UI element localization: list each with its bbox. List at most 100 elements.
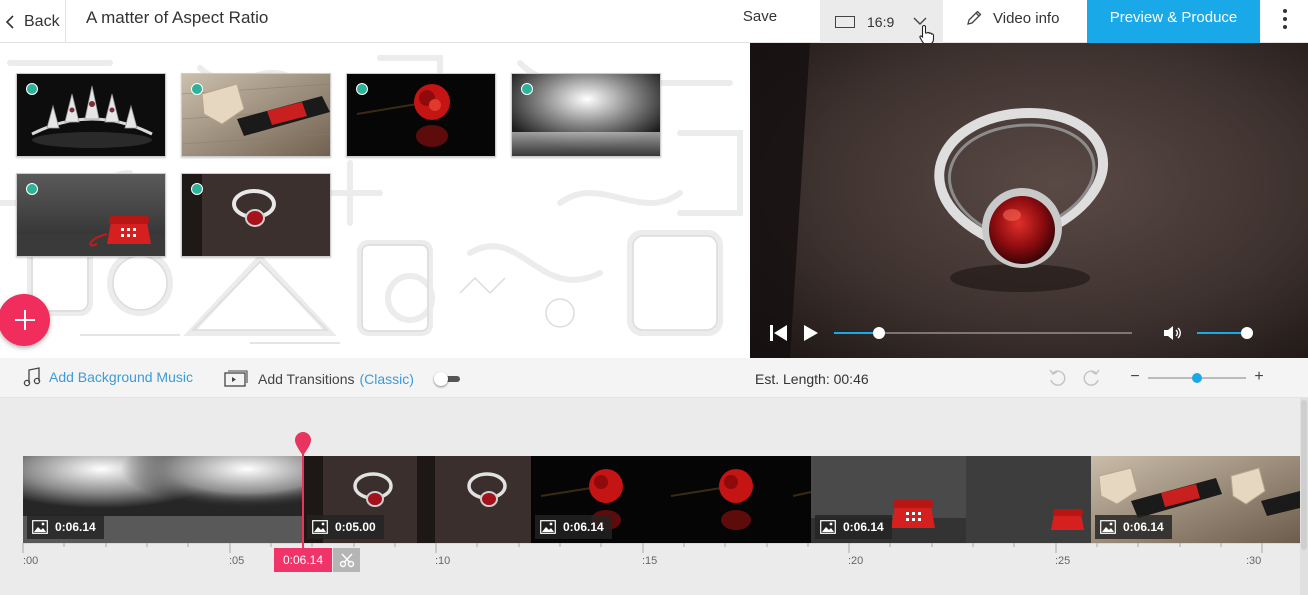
aspect-ratio-value: 16:9 bbox=[867, 13, 895, 30]
zoom-out-button[interactable]: − bbox=[1129, 368, 1141, 386]
playback-scrubber[interactable] bbox=[834, 327, 1132, 339]
zoom-slider-handle[interactable] bbox=[1192, 373, 1202, 383]
image-icon bbox=[820, 520, 836, 534]
ruler-label: :05 bbox=[229, 555, 245, 567]
preview-ring-image bbox=[750, 43, 1308, 358]
back-label: Back bbox=[24, 12, 60, 30]
red-telephone-image bbox=[17, 174, 165, 256]
timeline-clip[interactable]: 0:06.14 bbox=[811, 456, 1091, 543]
tiara-image bbox=[17, 74, 165, 156]
media-thumb-red-telephone[interactable] bbox=[16, 173, 166, 257]
volume-slider[interactable] bbox=[1197, 327, 1253, 339]
add-transitions-button[interactable]: Add Transitions (Classic) bbox=[224, 370, 414, 388]
add-transitions-label: Add Transitions bbox=[258, 371, 355, 387]
image-icon bbox=[540, 520, 556, 534]
used-indicator-dot bbox=[191, 83, 203, 95]
ring-image bbox=[182, 174, 330, 256]
playhead-handle[interactable] bbox=[294, 431, 312, 457]
used-indicator-dot bbox=[26, 83, 38, 95]
used-indicator-dot bbox=[356, 83, 368, 95]
skip-back-icon[interactable] bbox=[770, 325, 788, 341]
used-indicator-dot bbox=[191, 183, 203, 195]
timeline: 0:06.14 0:05.00 0:06.14 0:06.14 0:06.14 … bbox=[0, 398, 1308, 595]
clip-duration: 0:06.14 bbox=[843, 520, 884, 534]
clip-duration-badge: 0:05.00 bbox=[307, 515, 384, 539]
ruler-label: :15 bbox=[642, 555, 658, 567]
ruler-label: :25 bbox=[1055, 555, 1071, 567]
video-editor: Back A matter of Aspect Ratio Save 16:9 … bbox=[0, 0, 1308, 595]
more-menu-icon[interactable] bbox=[1270, 4, 1300, 34]
ruler-label: :30 bbox=[1246, 555, 1262, 567]
zoom-in-button[interactable]: + bbox=[1252, 368, 1266, 386]
save-button[interactable]: Save bbox=[727, 0, 793, 36]
clip-duration: 0:06.14 bbox=[563, 520, 604, 534]
ruler-ticks bbox=[22, 543, 1300, 553]
chevron-down-icon bbox=[913, 17, 927, 25]
volume-icon[interactable] bbox=[1164, 325, 1182, 341]
scrollbar-thumb[interactable] bbox=[1301, 400, 1307, 550]
image-icon bbox=[1100, 520, 1116, 534]
estimated-length: Est. Length: 00:46 bbox=[755, 371, 869, 387]
used-indicator-dot bbox=[521, 83, 533, 95]
player-controls bbox=[750, 313, 1308, 353]
ruler-label: :20 bbox=[848, 555, 864, 567]
playback-scrubber-handle[interactable] bbox=[872, 327, 885, 339]
transitions-mode-link[interactable]: (Classic) bbox=[360, 371, 414, 387]
wine-bottle-image bbox=[182, 74, 330, 156]
redo-icon[interactable] bbox=[1080, 367, 1102, 389]
toggle-thumb bbox=[434, 372, 448, 386]
clip-duration-badge: 0:06.14 bbox=[27, 515, 104, 539]
aspect-ratio-icon bbox=[835, 15, 855, 28]
playhead-line bbox=[302, 450, 304, 554]
spotlight-image bbox=[512, 74, 660, 156]
timeline-clip[interactable]: 0:06.14 bbox=[23, 456, 303, 543]
add-background-music-label: Add Background Music bbox=[49, 369, 193, 385]
timeline-clip[interactable]: 0:06.14 bbox=[1091, 456, 1300, 543]
clip-duration: 0:05.00 bbox=[335, 520, 376, 534]
media-thumb-tiara[interactable] bbox=[16, 73, 166, 157]
zoom-slider[interactable] bbox=[1148, 373, 1246, 383]
transitions-toggle[interactable] bbox=[434, 372, 460, 386]
project-title: A matter of Aspect Ratio bbox=[86, 8, 269, 27]
used-indicator-dot bbox=[26, 183, 38, 195]
clip-duration: 0:06.14 bbox=[1123, 520, 1164, 534]
split-button[interactable] bbox=[333, 548, 360, 572]
image-icon bbox=[312, 520, 328, 534]
ruler-label: :00 bbox=[23, 555, 39, 567]
media-thumb-spotlight[interactable] bbox=[511, 73, 661, 157]
clip-duration-badge: 0:06.14 bbox=[535, 515, 612, 539]
timeline-toolbar: Add Background Music Add Transitions (Cl… bbox=[0, 358, 1308, 398]
aspect-ratio-dropdown[interactable]: 16:9 bbox=[820, 0, 943, 43]
clip-duration-badge: 0:06.14 bbox=[1095, 515, 1172, 539]
timeline-clip[interactable]: 0:06.14 bbox=[531, 456, 811, 543]
timeline-scrollbar[interactable] bbox=[1300, 398, 1308, 595]
add-media-button[interactable] bbox=[0, 294, 50, 346]
media-thumb-wine-bottle[interactable] bbox=[181, 73, 331, 157]
video-info-label: Video info bbox=[993, 9, 1060, 27]
chevron-left-icon bbox=[5, 14, 14, 29]
volume-slider-handle[interactable] bbox=[1241, 327, 1253, 339]
clip-strip: 0:06.14 0:05.00 0:06.14 0:06.14 0:06.14 bbox=[23, 456, 1300, 543]
music-note-icon bbox=[23, 367, 41, 387]
back-button[interactable]: Back bbox=[0, 0, 66, 43]
media-library bbox=[0, 43, 750, 358]
add-background-music-button[interactable]: Add Background Music bbox=[23, 367, 193, 387]
video-preview bbox=[750, 43, 1308, 358]
image-icon bbox=[32, 520, 48, 534]
clip-duration-badge: 0:06.14 bbox=[815, 515, 892, 539]
preview-produce-button[interactable]: Preview & Produce bbox=[1087, 0, 1260, 43]
timeline-clip[interactable]: 0:05.00 bbox=[303, 456, 531, 543]
media-thumb-red-rose[interactable] bbox=[346, 73, 496, 157]
playback-progress bbox=[834, 332, 879, 334]
play-icon[interactable] bbox=[804, 325, 818, 341]
video-info-button[interactable]: Video info bbox=[943, 0, 1087, 36]
pencil-icon bbox=[967, 10, 982, 25]
top-bar: Back A matter of Aspect Ratio Save 16:9 … bbox=[0, 0, 1308, 46]
volume-level bbox=[1197, 332, 1247, 334]
scissors-icon bbox=[339, 553, 354, 568]
time-ruler[interactable]: :00 :05 :10 :15 :20 :25 :30 bbox=[0, 543, 1308, 595]
media-thumb-ring[interactable] bbox=[181, 173, 331, 257]
undo-icon[interactable] bbox=[1047, 367, 1069, 389]
red-rose-image bbox=[347, 74, 495, 156]
ruler-label: :10 bbox=[435, 555, 451, 567]
